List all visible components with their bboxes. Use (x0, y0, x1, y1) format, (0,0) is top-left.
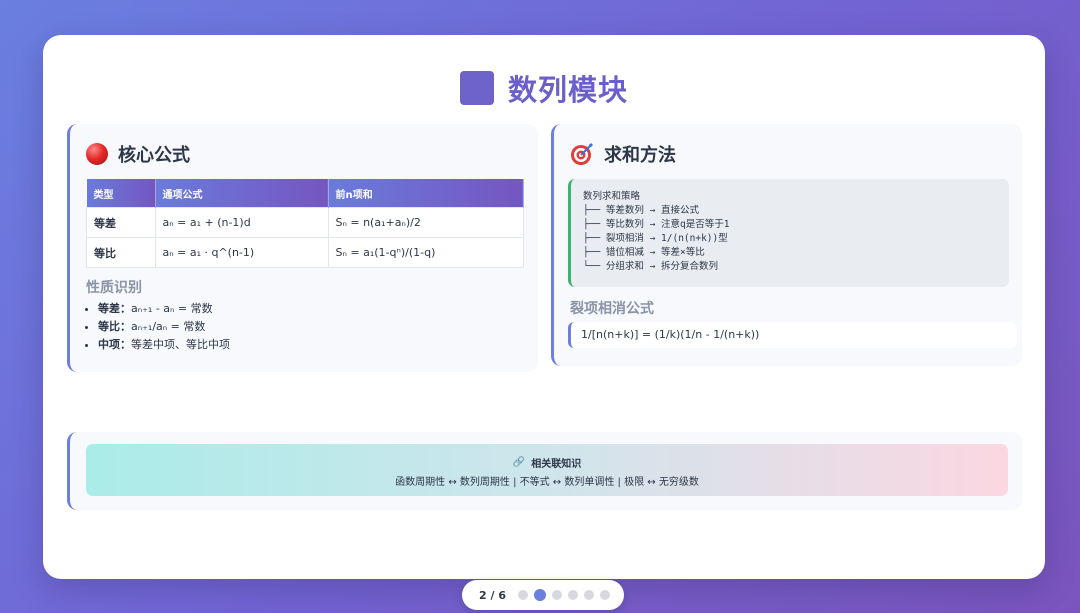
related-knowledge-card: 🔗 相关联知识 函数周期性 ↔ 数列周期性 | 不等式 ↔ 数列单调性 | 极限… (67, 432, 1022, 510)
table-header: 通项公式 (155, 179, 329, 208)
core-formula-header: 核心公式 (86, 141, 190, 167)
strategy-code-block: 数列求和策略 ├── 等差数列 → 直接公式 ├── 等比数列 → 注意q是否等… (568, 179, 1009, 287)
related-line: 函数周期性 ↔ 数列周期性 | 不等式 ↔ 数列单调性 | 极限 ↔ 无穷级数 (395, 477, 699, 488)
page-indicator: 2 / 6 (479, 588, 506, 602)
table-cell: aₙ = a₁ · q^(n-1) (154, 237, 329, 268)
target-icon (571, 143, 593, 165)
strategy-tree: 数列求和策略 ├── 等差数列 → 直接公式 ├── 等比数列 → 注意q是否等… (583, 191, 730, 272)
square-icon (459, 71, 494, 105)
property-key: 等差： (98, 302, 131, 315)
table-header-row: 类型 通项公式 前n项和 (86, 179, 524, 208)
slide-title-row: 数列模块 (43, 67, 1045, 109)
properties-heading: 性质识别 (86, 280, 142, 296)
table-cell: Sₙ = n(a₁+aₙ)/2 (327, 207, 524, 238)
formula-table: 类型 通项公式 前n项和 等差 aₙ = a₁ + (n-1)d Sₙ = n(… (86, 179, 524, 268)
formula-box: 1/[n(n+k)] = (1/k)(1/n - 1/(n+k)) (568, 322, 1017, 348)
table-row: 等比 aₙ = a₁ · q^(n-1) Sₙ = a₁(1-qⁿ)/(1-q) (86, 237, 524, 268)
table-cell: 等差 (86, 207, 156, 238)
related-knowledge-banner: 🔗 相关联知识 函数周期性 ↔ 数列周期性 | 不等式 ↔ 数列单调性 | 极限… (86, 444, 1008, 496)
property-key: 中项： (98, 338, 131, 351)
red-ball-icon (86, 143, 108, 165)
page-dot[interactable] (583, 590, 594, 600)
sum-methods-card: 求和方法 数列求和策略 ├── 等差数列 → 直接公式 ├── 等比数列 → 注… (551, 124, 1022, 366)
list-item: 等比：aₙ₊₁/aₙ = 常数 (98, 318, 230, 336)
core-formula-heading: 核心公式 (118, 145, 190, 166)
properties-list: 等差：aₙ₊₁ - aₙ = 常数 等比：aₙ₊₁/aₙ = 常数 中项：等差中… (84, 300, 230, 354)
list-item: 等差：aₙ₊₁ - aₙ = 常数 (98, 300, 230, 318)
related-title-row: 🔗 相关联知识 (86, 455, 1008, 470)
related-title: 相关联知识 (531, 459, 582, 470)
page-dot-active[interactable] (533, 589, 546, 601)
table-cell: aₙ = a₁ + (n-1)d (154, 207, 329, 238)
page-dot[interactable] (551, 590, 562, 600)
sum-methods-header: 求和方法 (570, 141, 676, 167)
link-icon: 🔗 (512, 457, 526, 468)
formula-heading: 裂项相消公式 (570, 301, 654, 317)
page-dot[interactable] (567, 590, 578, 600)
table-row: 等差 aₙ = a₁ + (n-1)d Sₙ = n(a₁+aₙ)/2 (86, 207, 524, 238)
property-value: aₙ₊₁ - aₙ = 常数 (131, 302, 213, 315)
core-formula-card: 核心公式 类型 通项公式 前n项和 等差 aₙ = a₁ + (n-1)d Sₙ… (67, 124, 538, 372)
slide-title: 数列模块 (507, 73, 628, 107)
sum-methods-heading: 求和方法 (604, 145, 676, 166)
property-value: 等差中项、等比中项 (131, 338, 230, 351)
pagination: 2 / 6 (462, 580, 624, 610)
table-header: 类型 (86, 179, 156, 208)
page-dot[interactable] (517, 590, 528, 600)
list-item: 中项：等差中项、等比中项 (98, 336, 230, 354)
property-value: aₙ₊₁/aₙ = 常数 (131, 320, 206, 333)
table-cell: Sₙ = a₁(1-qⁿ)/(1-q) (327, 237, 524, 268)
slide-card: 数列模块 核心公式 类型 通项公式 前n项和 等差 aₙ = a₁ + (n-1… (43, 35, 1045, 579)
table-cell: 等比 (86, 237, 156, 268)
page-dot[interactable] (599, 590, 610, 600)
table-header: 前n项和 (328, 179, 524, 208)
property-key: 等比： (98, 320, 131, 333)
